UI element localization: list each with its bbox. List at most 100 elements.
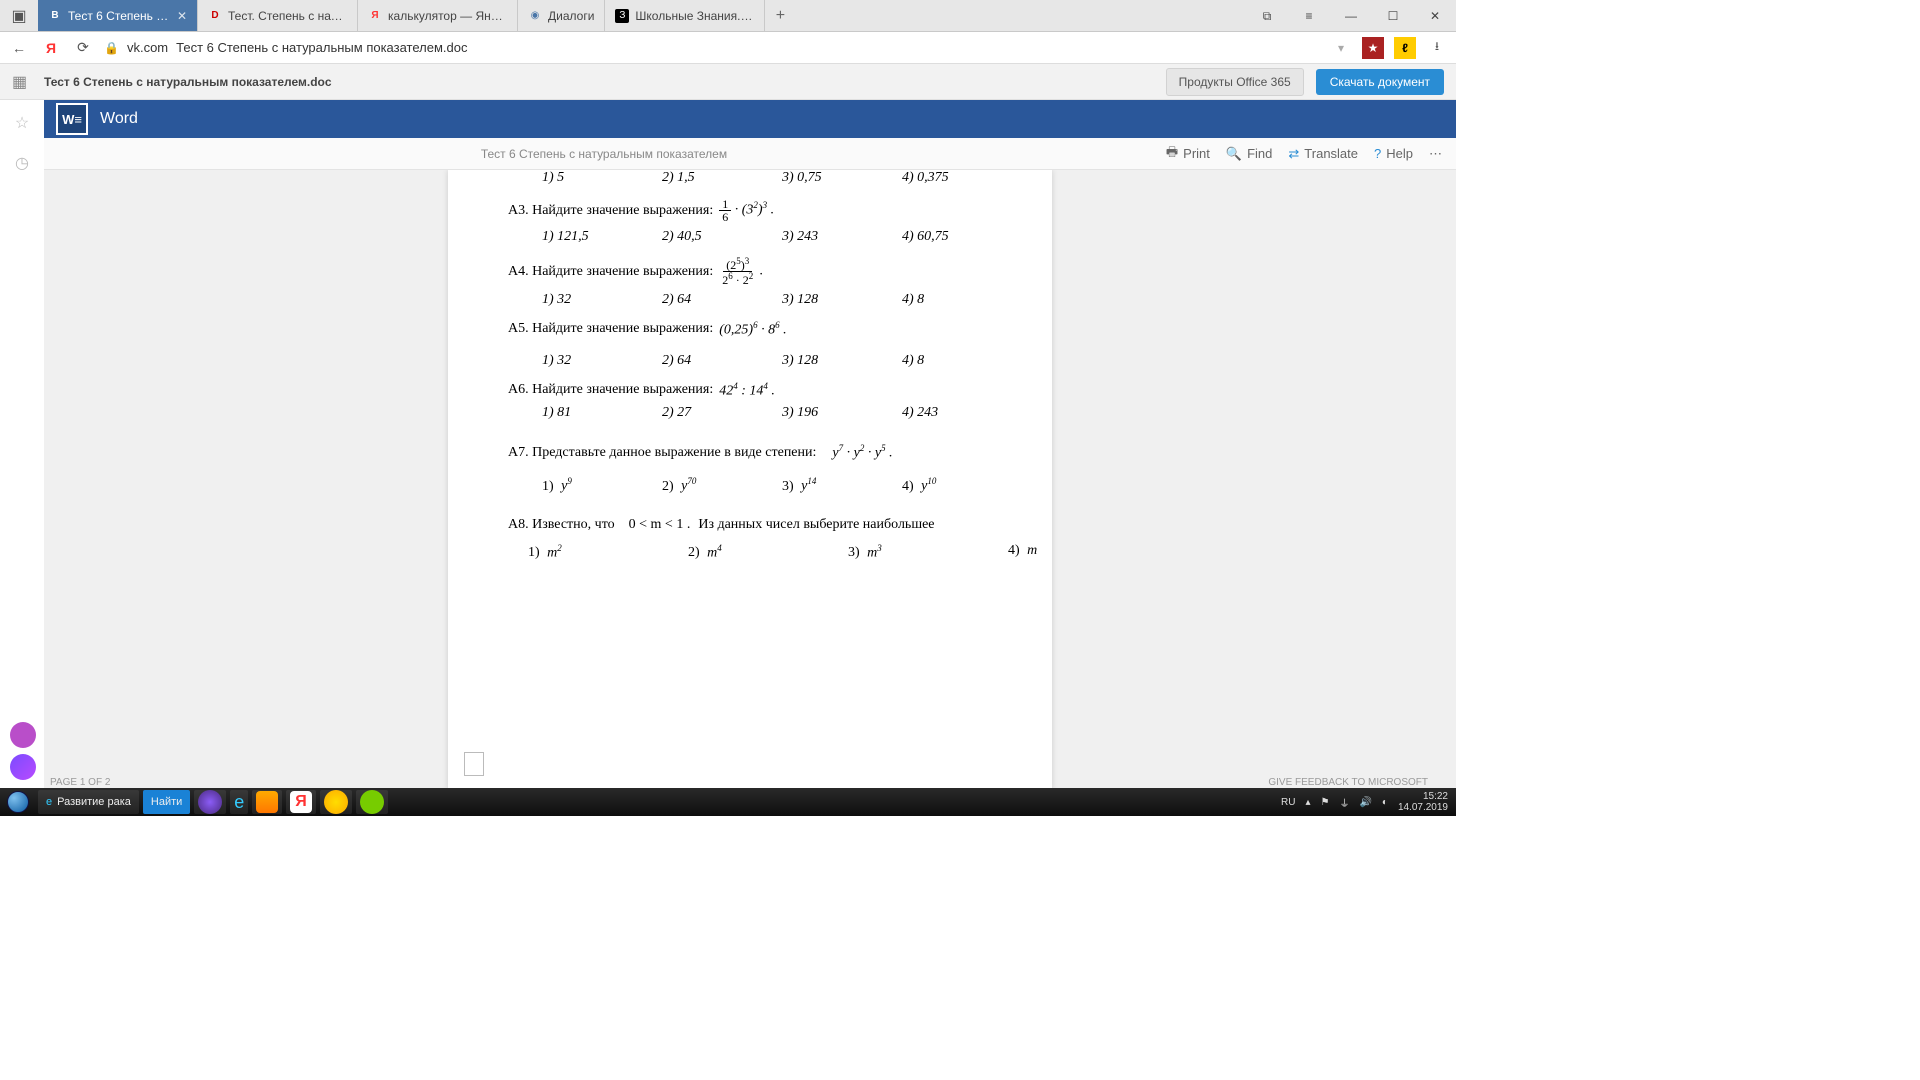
close-window-icon[interactable]: ✕ — [1414, 0, 1456, 32]
option-row: 1) 32 2) 64 3) 128 4) 8 — [542, 292, 992, 308]
url-input[interactable]: 🔒 vk.com Тест 6 Степень с натуральным по… — [104, 40, 1320, 55]
question-prompt: А3. Найдите значение выражения: — [508, 203, 713, 219]
option: 3) 0,75 — [782, 170, 852, 186]
translate-icon: ⇄ — [1288, 146, 1299, 162]
tab-label: Школьные Знания.com - P — [635, 9, 754, 23]
question-expression: 424 : 144 . — [719, 381, 775, 400]
page-badge-icon[interactable] — [464, 752, 484, 776]
windows-taskbar: eРазвитие рака Найти e Я RU ▴ ⚑ ⏚ 🔊 ◐ 15… — [0, 788, 1456, 816]
start-button[interactable] — [0, 788, 36, 816]
word-toolbar: Тест 6 Степень с натуральным показателем… — [44, 138, 1456, 170]
option: 4) y10 — [902, 476, 972, 495]
browser-sidebar: ☆ ◷ — [0, 100, 44, 174]
maximize-icon[interactable]: ☐ — [1372, 0, 1414, 32]
url-host: vk.com — [127, 40, 168, 55]
tray-chevron-icon[interactable]: ▴ — [1305, 797, 1310, 808]
network-icon[interactable]: ⏚ — [1339, 795, 1349, 810]
shopping-icon[interactable] — [10, 722, 36, 748]
more-button[interactable]: ⋯ — [1429, 146, 1442, 162]
extension-icon[interactable]: ★ — [1362, 37, 1384, 59]
question-row: А6. Найдите значение выражения: 424 : 14… — [508, 381, 992, 400]
option: 2) y70 — [662, 476, 732, 495]
flag-icon[interactable]: ⚑ — [1320, 797, 1329, 808]
taskbar-item[interactable]: Найти — [143, 790, 190, 814]
bookmark-icon[interactable]: ▾ — [1330, 37, 1352, 59]
new-tab-button[interactable]: + — [765, 0, 795, 31]
option: 1) 81 — [542, 405, 612, 421]
question-row: А3. Найдите значение выражения: 16 · (32… — [508, 198, 992, 223]
document-bar: ▦ Тест 6 Степень с натуральным показател… — [0, 64, 1456, 100]
option: 1) m2 — [528, 543, 598, 562]
volume-icon[interactable]: 🔊 — [1359, 797, 1371, 808]
print-button[interactable]: 🖶Print — [1166, 143, 1210, 165]
window-controls: ⧉ ≡ — ☐ ✕ — [1246, 0, 1456, 31]
menu-icon[interactable]: ≡ — [1288, 0, 1330, 32]
tab-label: калькулятор — Яндекс: на — [388, 9, 507, 23]
history-icon[interactable]: ◷ — [11, 152, 33, 174]
minimize-icon[interactable]: — — [1330, 0, 1372, 32]
option: 2) 40,5 — [662, 229, 732, 245]
option: 1) y9 — [542, 476, 612, 495]
option: 2) 64 — [662, 353, 732, 369]
option: 4) 0,375 — [902, 170, 972, 186]
tray-icon[interactable]: ◐ — [1382, 797, 1388, 808]
translate-label: Translate — [1304, 146, 1358, 161]
close-icon[interactable]: ✕ — [177, 9, 187, 23]
option: 4) 60,75 — [902, 229, 972, 245]
extension-icon[interactable]: ℓ — [1394, 37, 1416, 59]
tab[interactable]: D Тест. Степень с натураль — [198, 0, 358, 31]
taskbar-item[interactable]: eРазвитие рака — [38, 790, 139, 814]
option: 3) y14 — [782, 476, 852, 495]
vk-msg-icon: ◉ — [528, 9, 542, 23]
media-icon — [256, 791, 278, 813]
option: 4) 8 — [902, 353, 972, 369]
word-header: W≡ Word — [44, 100, 1456, 138]
option: 1) 32 — [542, 353, 612, 369]
favorite-icon[interactable]: ☆ — [11, 112, 33, 134]
panel-icon[interactable]: ⧉ — [1246, 0, 1288, 32]
print-icon: 🖶 — [1166, 143, 1178, 165]
taskbar-item[interactable]: e — [230, 790, 248, 814]
download-document-button[interactable]: Скачать документ — [1316, 69, 1444, 95]
option: 2) 27 — [662, 405, 732, 421]
taskbar-clock[interactable]: 15:22 14.07.2019 — [1398, 791, 1448, 813]
option-row: 1) 32 2) 64 3) 128 4) 8 — [542, 353, 992, 369]
tab[interactable]: З Школьные Знания.com - P — [605, 0, 765, 31]
option-row: 1) y9 2) y70 3) y14 4) y10 — [542, 476, 992, 495]
question-row: А5. Найдите значение выражения: (0,25)6 … — [508, 320, 992, 339]
option: 3) 128 — [782, 353, 852, 369]
option: 3) 128 — [782, 292, 852, 308]
question-condition: 0 < m < 1 . — [629, 517, 691, 533]
taskbar-item[interactable]: Я — [286, 790, 316, 814]
feedback-link[interactable]: GIVE FEEDBACK TO MICROSOFT — [1268, 777, 1428, 788]
help-button[interactable]: ?Help — [1374, 146, 1413, 161]
taskbar-item[interactable] — [356, 790, 388, 814]
tab[interactable]: Я калькулятор — Яндекс: на — [358, 0, 518, 31]
apps-grid-icon[interactable]: ▦ — [12, 72, 32, 92]
taskbar-label: Развитие рака — [57, 796, 131, 808]
document-area[interactable]: 1) 5 2) 1,5 3) 0,75 4) 0,375 А3. Найдите… — [44, 170, 1456, 788]
downloads-icon[interactable]: ⭳ — [1426, 37, 1448, 59]
yandex-home-icon[interactable]: Я — [40, 37, 62, 59]
taskbar-item[interactable] — [252, 790, 282, 814]
option: 4) m — [1008, 543, 1078, 562]
word-label: Word — [100, 110, 138, 128]
translate-button[interactable]: ⇄ Translate — [1288, 146, 1358, 162]
question-expression: y7 · y2 · y5 . — [832, 443, 892, 462]
tab-active[interactable]: B Тест 6 Степень с натур ✕ — [38, 0, 198, 31]
alice-icon[interactable] — [10, 754, 36, 780]
back-icon[interactable]: ← — [8, 37, 30, 59]
language-indicator[interactable]: RU — [1281, 797, 1295, 808]
office-products-button[interactable]: Продукты Office 365 — [1166, 68, 1304, 96]
yandex-icon: Я — [290, 791, 312, 813]
taskbar-item[interactable] — [320, 790, 352, 814]
panel-toggle-icon[interactable]: ▣ — [0, 0, 38, 32]
tab[interactable]: ◉ Диалоги — [518, 0, 605, 31]
find-button[interactable]: 🔍Find — [1226, 146, 1272, 162]
question-expression: 16 · (32)3 . — [719, 198, 774, 223]
option: 3) 196 — [782, 405, 852, 421]
option: 1) 121,5 — [542, 229, 612, 245]
taskbar-item[interactable] — [194, 790, 226, 814]
reload-icon[interactable]: ⟳ — [72, 37, 94, 59]
question-row: А8. Известно, что 0 < m < 1 . Из данных … — [508, 517, 992, 533]
